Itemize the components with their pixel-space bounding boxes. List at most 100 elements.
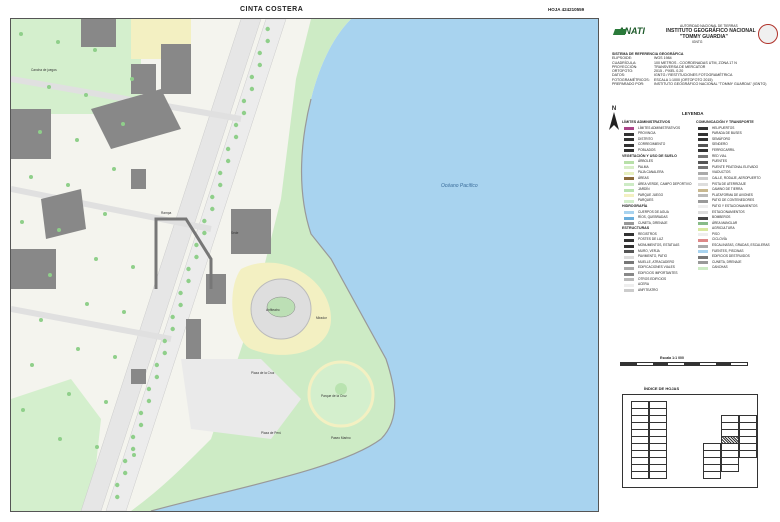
index-sheet-tile[interactable] (721, 464, 739, 472)
index-sheet-tile[interactable] (703, 471, 721, 479)
tree-icon (217, 170, 223, 176)
legend-swatch (698, 227, 708, 231)
legend-swatch (624, 283, 634, 287)
tree-icon (38, 130, 42, 134)
legend-swatch (698, 138, 708, 142)
tree-icon (30, 363, 34, 367)
sheet-index[interactable] (622, 394, 758, 488)
map-title: CINTA COSTERA (240, 6, 304, 13)
tree-icon (67, 392, 71, 396)
north-arrow-icon: N (608, 106, 620, 132)
tree-icon (186, 278, 191, 284)
place-label: Mirador (316, 316, 328, 320)
index-sheet-tile[interactable] (739, 450, 757, 458)
tree-icon (241, 98, 247, 104)
map-sheet: CINTA COSTERA HOJA 424210559 Océano Pací… (0, 0, 780, 522)
tree-icon (58, 437, 62, 441)
tree-icon (94, 257, 98, 261)
legend-swatch (698, 266, 708, 270)
map-canvas[interactable]: Océano Pacífico Cancha de juegos Sede Anfi… (11, 19, 598, 511)
tree-icon (76, 347, 80, 351)
legend-swatch (624, 171, 634, 175)
legend-swatch (698, 132, 708, 136)
tree-icon (154, 374, 160, 380)
tree-icon (154, 362, 160, 368)
legend-swatch (698, 177, 708, 181)
legend-swatch (698, 143, 708, 147)
legend-swatch (698, 205, 708, 209)
info-panel: ANATI AUTORIDAD NACIONAL DE TIERRAS INST… (606, 18, 778, 510)
tree-icon (138, 410, 144, 416)
tree-icon (146, 398, 152, 404)
legend-swatch (624, 255, 634, 259)
tree-icon (122, 470, 128, 476)
tree-icon (115, 482, 120, 488)
tree-icon (56, 40, 60, 44)
tree-icon (249, 74, 255, 80)
tree-icon (131, 265, 135, 269)
legend-swatch (698, 171, 708, 175)
tree-icon (249, 86, 255, 92)
tree-icon (132, 453, 136, 457)
place-label: Plaza de Perú (261, 431, 281, 435)
legend-swatch (624, 238, 634, 242)
tree-icon (186, 266, 191, 272)
legend-swatch (698, 127, 708, 131)
legend-swatch (698, 250, 708, 254)
tree-icon (84, 93, 88, 97)
tree-icon (202, 218, 207, 224)
legend-swatch (698, 149, 708, 153)
legend-swatch (624, 211, 634, 214)
place-label: Paseo Marino (331, 436, 351, 440)
scale-graphic (620, 362, 748, 366)
tree-icon (210, 206, 215, 212)
legend-swatch (698, 166, 708, 170)
tree-icon (233, 122, 239, 128)
legend-swatch (624, 177, 634, 181)
legend-swatch (698, 233, 708, 237)
legend-swatch (624, 289, 634, 293)
tree-icon (257, 62, 263, 68)
legend-swatch (698, 194, 708, 198)
legend-swatch (698, 155, 708, 159)
tree-icon (66, 183, 70, 187)
index-sheet-tile[interactable] (649, 471, 667, 479)
legend-swatch (624, 143, 634, 147)
tree-icon (194, 254, 199, 260)
tree-icon (162, 350, 167, 356)
tree-icon (170, 314, 175, 320)
legend-left: LÍMITES ADMINISTRATIVOS LÍMITES ADMINISTR… (622, 120, 702, 293)
legend-item: CUNETA, DRENAJE (622, 221, 702, 227)
legend-swatch (624, 244, 634, 248)
legend-swatch (698, 222, 708, 226)
legend-item: ANFITEATRO (622, 288, 702, 294)
sea-label: Océano Pacífico (441, 183, 478, 189)
legend-swatch (624, 216, 634, 220)
tree-icon (47, 85, 51, 89)
legend-swatch (698, 183, 708, 187)
compass-icon (609, 112, 619, 130)
institute-header: ANATI AUTORIDAD NACIONAL DE TIERRAS INST… (618, 24, 778, 46)
scale-label: Escala 1:1 000 (660, 356, 684, 360)
tree-icon (265, 26, 270, 32)
tree-icon (95, 445, 99, 449)
legend-swatch (624, 266, 634, 270)
legend-swatch (698, 238, 708, 242)
legend-swatch (698, 160, 708, 164)
reference-system: SISTEMA DE REFERENCIA GEOGRÁFICA ELIPSOI… (612, 52, 766, 86)
tree-icon (121, 122, 125, 126)
tree-icon (225, 158, 231, 164)
legend-swatch (698, 255, 708, 259)
legend-swatch (624, 261, 634, 265)
tree-icon (225, 146, 231, 152)
anati-logo: ANATI (618, 26, 660, 40)
tree-icon (210, 194, 215, 200)
reference-row: PREPARADO POR: INSTITUTO GEOGRÁFICO NACIO… (612, 82, 767, 87)
map-frame[interactable]: Océano Pacífico Cancha de juegos Sede Anfi… (10, 18, 599, 512)
tree-icon (75, 138, 79, 142)
tree-icon (93, 48, 97, 52)
legend-swatch (624, 149, 634, 153)
legend-swatch (624, 233, 634, 237)
tree-icon (122, 310, 126, 314)
index-sheet-tile[interactable] (631, 471, 649, 479)
